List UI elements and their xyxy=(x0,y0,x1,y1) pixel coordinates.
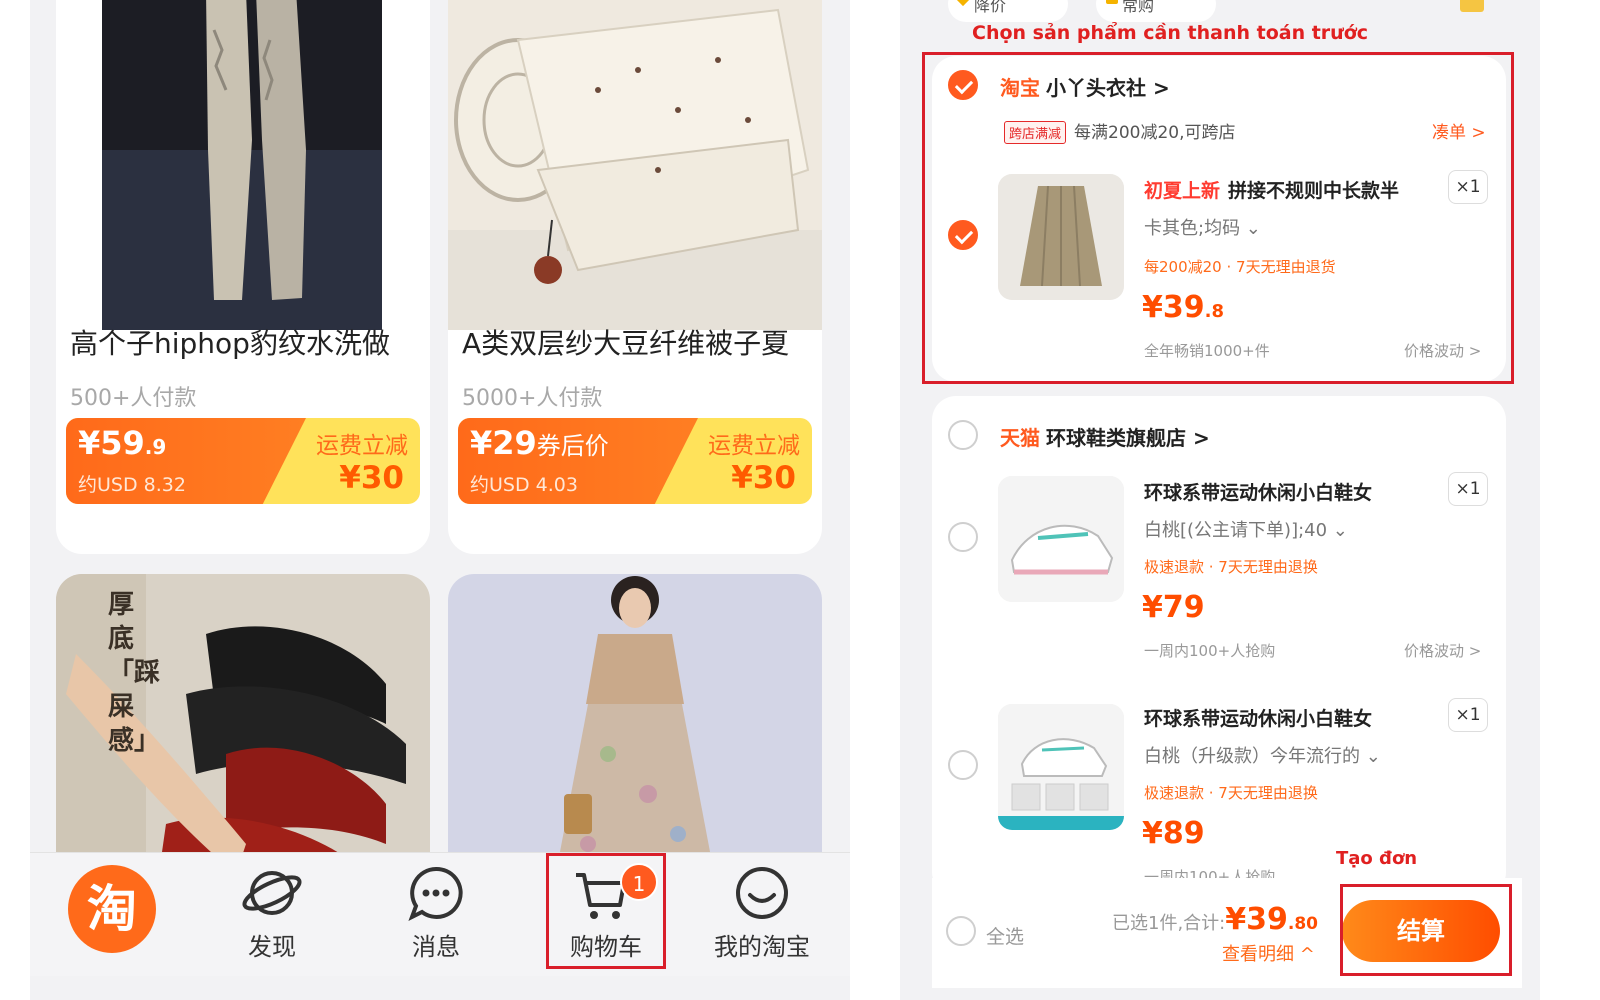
product-price: ¥29券后价 xyxy=(470,424,609,462)
item-checkbox[interactable] xyxy=(948,522,978,552)
smile-face-icon xyxy=(736,867,788,919)
quantity-button[interactable]: ×1 xyxy=(1448,698,1488,732)
product-price: ¥59.9 xyxy=(78,424,167,462)
folder-icon[interactable] xyxy=(1460,0,1484,12)
product-image-quilt xyxy=(448,0,822,330)
instruction-note: Chọn sản phẩm cần thanh toán trước xyxy=(972,22,1369,44)
shipping-discount-label: 运费立减 xyxy=(316,433,408,459)
diamond-icon xyxy=(955,0,971,7)
shipping-discount-value: ¥30 xyxy=(339,460,404,496)
price-banner[interactable]: ¥29券后价 约USD 4.03 运费立减 ¥30 xyxy=(458,418,812,504)
cart-mini-icon xyxy=(1106,0,1118,4)
product-image-pants xyxy=(56,0,430,330)
shopping-cart-page: 降价 常购 Chọn sản phẩm cần thanh toán trước… xyxy=(900,0,1540,1000)
product-sales: 5000+人付款 xyxy=(462,386,603,411)
quantity-button[interactable]: ×1 xyxy=(1448,472,1488,506)
shipping-discount-value: ¥30 xyxy=(731,460,796,496)
item-title[interactable]: 环球系带运动休闲小白鞋女 xyxy=(1144,704,1372,731)
message-icon xyxy=(408,866,463,922)
product-title[interactable]: 高个子hiphop豹纹水洗做 xyxy=(70,322,390,362)
item-service-tags: 极速退款 · 7天无理由退换 xyxy=(1144,784,1318,802)
nav-discover-label: 发现 xyxy=(248,933,296,961)
product-usd-price: 约USD 4.03 xyxy=(470,474,578,496)
store-name[interactable]: 天猫 环球鞋类旗舰店 > xyxy=(1000,422,1210,451)
select-all-label[interactable]: 全选 xyxy=(986,922,1024,949)
nav-home[interactable]: 淘 xyxy=(52,853,172,977)
cart-highlight-box xyxy=(546,853,666,969)
nav-messages[interactable]: 消息 xyxy=(376,853,496,977)
checkout-highlight-box xyxy=(1340,884,1512,976)
select-all-checkbox[interactable] xyxy=(946,916,976,946)
shipping-discount-label: 运费立减 xyxy=(708,433,800,459)
bottom-navigation: 淘 发现 消息 1 购物车 我的淘宝 xyxy=(30,852,850,976)
item-price: ¥79 xyxy=(1142,590,1205,625)
product-image-dress xyxy=(448,574,822,894)
taobao-logo-icon: 淘 xyxy=(68,865,156,953)
price-fluctuation-link[interactable]: 价格波动 > xyxy=(1404,640,1481,661)
product-card[interactable]: 厚底 「踩屎感」 xyxy=(56,574,430,894)
item-service-tags: 极速退款 · 7天无理由退换 xyxy=(1144,558,1318,576)
item-thumbnail[interactable] xyxy=(998,476,1124,602)
order-total: 已选1件,合计:¥39.80 xyxy=(1112,902,1318,937)
filter-pill-price-drop[interactable]: 降价 xyxy=(948,0,1068,22)
planet-icon xyxy=(242,871,302,915)
sneaker-variant-image xyxy=(998,704,1124,830)
slipper-promo-text: 厚底 「踩屎感」 xyxy=(108,590,161,756)
price-banner[interactable]: ¥59.9 约USD 8.32 运费立减 ¥30 xyxy=(66,418,420,504)
cart-store-tmall: 天猫 环球鞋类旗舰店 > 环球系带运动休闲小白鞋女 ×1 白桃[(公主请下单)];… xyxy=(932,396,1506,896)
selected-store-highlight-box xyxy=(922,52,1514,384)
nav-messages-label: 消息 xyxy=(412,933,460,961)
filter-pill-frequent[interactable]: 常购 xyxy=(1096,0,1216,22)
item-price: ¥89 xyxy=(1142,816,1205,851)
create-order-note: Tạo đơn xyxy=(1336,848,1418,869)
item-thumbnail[interactable] xyxy=(998,704,1124,830)
product-card[interactable] xyxy=(448,574,822,894)
product-usd-price: 约USD 8.32 xyxy=(78,474,186,496)
nav-my-taobao-label: 我的淘宝 xyxy=(714,933,810,961)
view-details-link[interactable]: 查看明细 ^ xyxy=(1222,940,1315,966)
nav-my-taobao[interactable]: 我的淘宝 xyxy=(702,853,822,977)
item-checkbox[interactable] xyxy=(948,750,978,780)
nav-discover[interactable]: 发现 xyxy=(212,853,332,977)
sneaker-image xyxy=(998,476,1124,602)
taobao-home-feed: 高个子hiphop豹纹水洗做 500+人付款 ¥59.9 约USD 8.32 运… xyxy=(30,0,850,1000)
product-card[interactable]: 高个子hiphop豹纹水洗做 500+人付款 ¥59.9 约USD 8.32 运… xyxy=(56,0,430,554)
item-sales-note: 一周内100+人抢购 xyxy=(1144,642,1276,660)
product-sales: 500+人付款 xyxy=(70,386,197,411)
item-title[interactable]: 环球系带运动休闲小白鞋女 xyxy=(1144,478,1372,505)
product-card[interactable]: A类双层纱大豆纤维被子夏 5000+人付款 ¥29券后价 约USD 4.03 运… xyxy=(448,0,822,554)
store-checkbox[interactable] xyxy=(948,420,978,450)
item-spec-selector[interactable]: 白桃（升级款）今年流行的 ⌄ xyxy=(1144,742,1381,768)
product-title[interactable]: A类双层纱大豆纤维被子夏 xyxy=(462,322,789,362)
item-spec-selector[interactable]: 白桃[(公主请下单)];40 ⌄ xyxy=(1144,516,1348,542)
